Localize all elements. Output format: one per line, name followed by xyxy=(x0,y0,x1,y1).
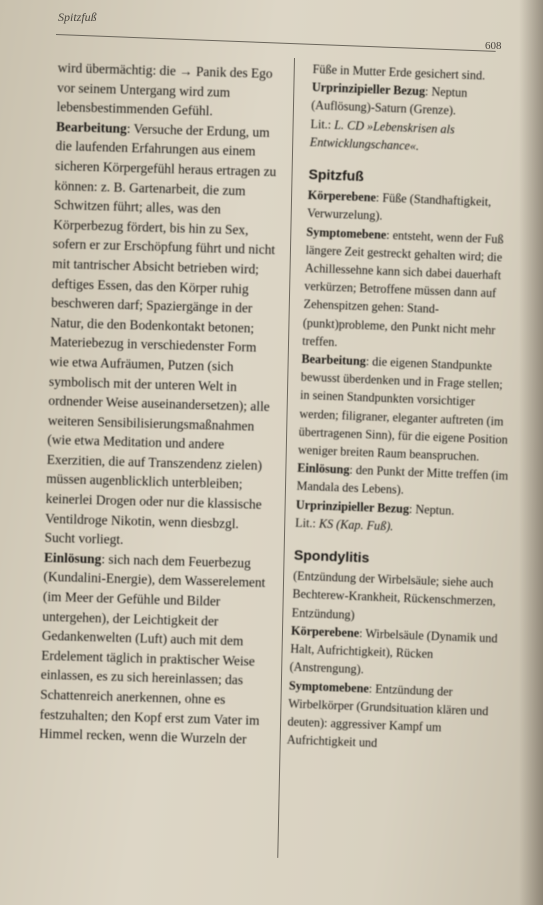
left-bearbeitung-paragraph: Bearbeitung: Versuche der Erdung, um die… xyxy=(44,118,277,548)
header-rule xyxy=(55,34,496,52)
spondylitis-koerper: Körperebene: Wirbelsäule (Dynamik und Ha… xyxy=(289,623,498,677)
left-intro-paragraph: wird übermächtig: die → Panik des Ego vo… xyxy=(56,59,273,119)
left-column: wird übermächtig: die → Panik des Ego vo… xyxy=(39,58,284,750)
spondylitis-symptom: Symptomebene: Entzündung der Wirbelkörpe… xyxy=(286,678,489,751)
right-column: Füße in Mutter Erde gesichert sind. Urpr… xyxy=(287,60,525,757)
einloesung-label: Einlösung xyxy=(43,549,102,567)
page-gutter-shadow xyxy=(519,0,543,905)
book-page: Spitzfuß 608 wird übermächtig: die → Pan… xyxy=(0,0,543,905)
right-lit-1: Lit.: L. CD »Lebenskrisen als Entwicklun… xyxy=(309,116,455,153)
spondylitis-intro: (Entzündung der Wirbelsäule; siehe auch … xyxy=(291,568,496,622)
running-head: Spitzfuß xyxy=(58,10,97,24)
left-einloesung-paragraph: Einlösung: sich nach dem Feuerbezug (Kun… xyxy=(38,549,266,747)
bearbeitung-label: Bearbeitung xyxy=(55,118,127,136)
spitzfuss-bearbeitung: Bearbeitung: die eigenen Standpunkte bew… xyxy=(297,351,509,464)
spitzfuss-symptom: Symptomebene: entsteht, wenn der Fuß län… xyxy=(301,224,504,349)
